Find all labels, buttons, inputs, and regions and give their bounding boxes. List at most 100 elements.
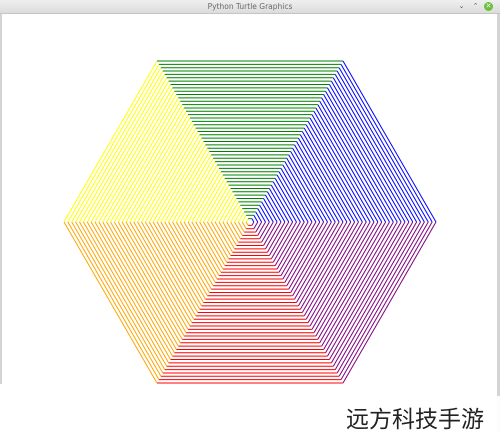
hexagon-line <box>286 221 325 286</box>
hexagon-line <box>90 84 171 223</box>
hexagon-drawing <box>63 60 437 384</box>
hexagon-line <box>90 221 171 360</box>
hexagon-line <box>121 221 187 333</box>
hexagon-line <box>214 191 233 223</box>
hexagon-line <box>125 221 189 330</box>
title-bar[interactable]: Python Turtle Graphics ⌄ ⌃ ✕ <box>0 0 500 14</box>
hexagon-line <box>129 221 191 327</box>
hexagon-line <box>263 221 278 246</box>
hexagon-line <box>199 221 226 266</box>
hexagon-line <box>175 221 214 286</box>
hexagon-line <box>330 221 414 364</box>
hexagon-line <box>168 221 210 293</box>
hexagon-line <box>218 221 235 250</box>
hexagon-line <box>274 221 301 266</box>
hexagon-line <box>307 221 367 323</box>
hexagon-line <box>311 221 375 330</box>
hexagon-line <box>313 111 379 223</box>
hexagon-line <box>342 221 437 384</box>
hexagon-line <box>241 221 247 229</box>
hexagon-line <box>342 60 437 223</box>
hexagon-line <box>214 221 233 253</box>
hexagon-line <box>210 221 232 256</box>
hexagon-line <box>319 100 390 223</box>
hexagon-line <box>290 221 332 293</box>
hexagon-line <box>263 198 278 223</box>
hexagon-line <box>234 221 243 236</box>
hexagon-line <box>133 221 193 323</box>
hexagon-line <box>257 208 266 223</box>
hexagon-line <box>191 221 222 273</box>
hexagon-line <box>241 215 247 223</box>
hexagon-line <box>79 221 166 370</box>
hexagon-line <box>187 168 220 223</box>
hexagon-line <box>218 194 235 223</box>
hexagon-line <box>245 221 249 226</box>
hexagon-line <box>191 171 222 223</box>
hexagon-line <box>187 221 220 276</box>
hexagon-line <box>325 90 402 223</box>
hexagon-line <box>323 94 398 223</box>
hexagon-line <box>222 198 237 223</box>
hexagon-line <box>245 218 249 223</box>
maximize-icon[interactable]: ⌃ <box>471 2 480 11</box>
hexagon-segment-top <box>157 60 343 220</box>
hexagon-line <box>334 221 421 370</box>
hexagon-line <box>222 221 237 246</box>
minimize-icon[interactable]: ⌄ <box>457 2 466 11</box>
hexagon-line <box>102 94 177 223</box>
hexagon-line <box>265 221 282 250</box>
hexagon-line <box>278 171 309 223</box>
hexagon-line <box>340 221 433 380</box>
hexagon-line <box>267 191 286 223</box>
hexagon-line <box>67 221 160 380</box>
hexagon-line <box>86 221 170 364</box>
hexagon-line <box>257 221 266 236</box>
turtle-window: Python Turtle Graphics ⌄ ⌃ ✕ 远方科技手游 <box>0 0 500 433</box>
hexagon-line <box>63 60 158 223</box>
hexagon-line <box>253 221 259 229</box>
hexagon-line <box>199 178 226 223</box>
hexagon-line <box>164 221 208 297</box>
watermark-text: 远方科技手游 <box>346 407 484 433</box>
hexagon-line <box>86 80 170 223</box>
close-icon[interactable]: ✕ <box>484 2 493 11</box>
hexagon-line <box>168 151 210 223</box>
hexagon-line <box>292 221 336 297</box>
hexagon-line <box>296 141 344 223</box>
hexagon-line <box>313 221 379 333</box>
hexagon-line <box>309 221 371 327</box>
window-title: Python Turtle Graphics <box>207 2 293 11</box>
hexagon-line <box>329 84 410 223</box>
hexagon-line <box>152 137 202 223</box>
hexagon-line <box>125 114 189 223</box>
hexagon-line <box>301 221 356 313</box>
hexagon-line <box>156 141 204 223</box>
hexagon-line <box>267 221 286 253</box>
hexagon-line <box>334 74 421 223</box>
hexagon-line <box>175 158 214 223</box>
hexagon-line <box>274 178 301 223</box>
hexagon-line <box>144 131 199 223</box>
hexagon-line <box>156 221 204 303</box>
hexagon-line <box>301 131 356 223</box>
hexagon-line <box>319 221 390 344</box>
hexagon-line <box>129 117 191 223</box>
hexagon-line <box>164 147 208 223</box>
hexagon-line <box>296 221 344 303</box>
hexagon-line <box>110 221 181 344</box>
hexagon-line <box>286 158 325 223</box>
turtle-canvas <box>2 14 497 433</box>
hexagon-line <box>325 221 402 354</box>
hexagon-line <box>98 221 175 354</box>
hexagon-line <box>98 90 175 223</box>
hexagon-line <box>251 218 255 223</box>
hexagon-line <box>63 221 158 384</box>
hexagon-line <box>278 221 309 273</box>
hexagon-line <box>280 221 313 276</box>
hexagon-line <box>79 74 166 223</box>
hexagon-line <box>268 221 290 256</box>
hexagon-line <box>121 111 187 223</box>
hexagon-line <box>251 221 255 226</box>
hexagon-line <box>329 221 410 360</box>
